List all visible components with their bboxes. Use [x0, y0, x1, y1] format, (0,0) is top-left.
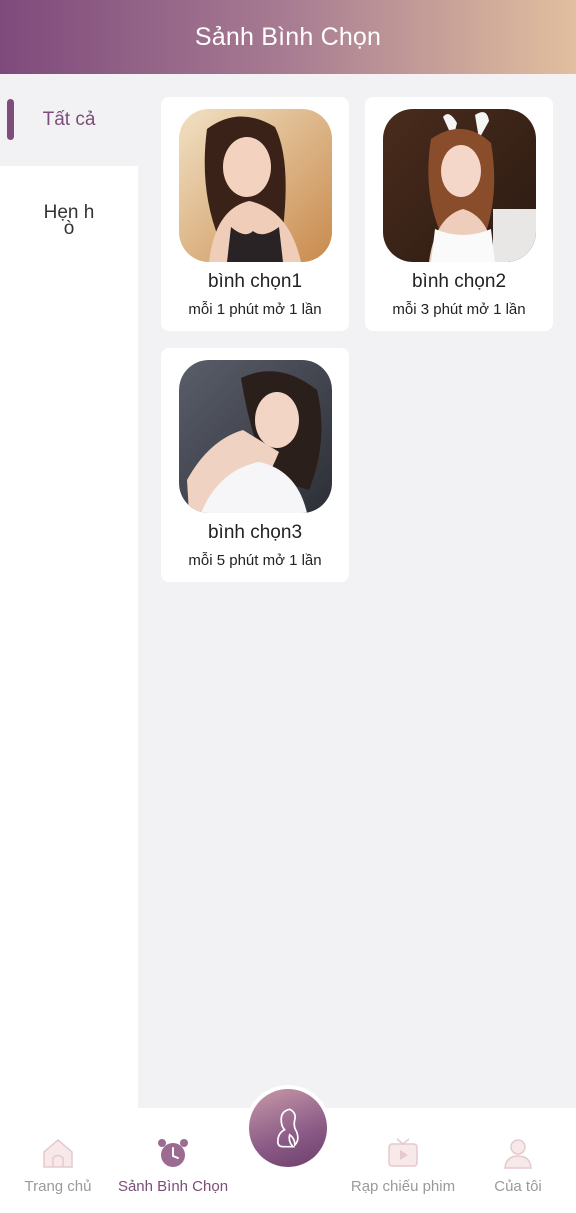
card-photo	[179, 109, 332, 262]
card-frequency: mỗi 3 phút mở 1 lần	[392, 301, 526, 318]
page-title: Sảnh Bình Chọn	[194, 22, 382, 51]
card-title: bình chọn1	[207, 271, 303, 292]
vote-room-card[interactable]: bình chọn1 mỗi 1 phút mở 1 lần	[161, 97, 349, 331]
tab-home[interactable]: Trang chủ	[16, 1108, 100, 1213]
home-icon	[41, 1136, 75, 1170]
tv-play-icon	[386, 1136, 420, 1170]
alarm-clock-icon	[156, 1136, 190, 1170]
tab-label: Của tôi	[494, 1178, 542, 1195]
card-photo	[383, 109, 536, 262]
tab-voting-hall[interactable]: Sảnh Bình Chọn	[116, 1108, 230, 1213]
sidebar-item-label: Tất cả	[42, 109, 96, 130]
portrait-image	[179, 109, 332, 262]
vote-room-card[interactable]: bình chọn3 mỗi 5 phút mở 1 lần	[161, 348, 349, 582]
active-indicator	[7, 99, 14, 140]
sidebar-item-all[interactable]: Tất cả	[0, 74, 138, 166]
tab-label: Rạp chiếu phim	[350, 1178, 456, 1195]
sidebar-item-dating[interactable]: Hẹn hò	[0, 166, 138, 276]
sidebar-item-label: Hẹn hò	[43, 202, 95, 239]
center-home-button[interactable]	[245, 1085, 331, 1171]
card-photo	[179, 360, 332, 513]
app-header: Sảnh Bình Chọn	[0, 0, 576, 74]
card-title: bình chọn2	[411, 271, 507, 292]
user-icon	[501, 1136, 535, 1170]
portrait-image	[179, 360, 332, 513]
portrait-image	[383, 109, 536, 262]
tab-profile[interactable]: Của tôi	[478, 1108, 558, 1213]
tab-cinema[interactable]: Rạp chiếu phim	[346, 1108, 460, 1213]
tab-label: Sảnh Bình Chọn	[117, 1178, 229, 1195]
card-frequency: mỗi 1 phút mở 1 lần	[188, 301, 322, 318]
category-sidebar: Tất cả Hẹn hò	[0, 74, 138, 1108]
woman-silhouette-icon	[276, 1108, 299, 1148]
vote-room-card[interactable]: bình chọn2 mỗi 3 phút mở 1 lần	[365, 97, 553, 331]
card-title: bình chọn3	[207, 522, 303, 543]
tab-label: Trang chủ	[24, 1178, 92, 1195]
card-frequency: mỗi 5 phút mở 1 lần	[188, 552, 322, 569]
